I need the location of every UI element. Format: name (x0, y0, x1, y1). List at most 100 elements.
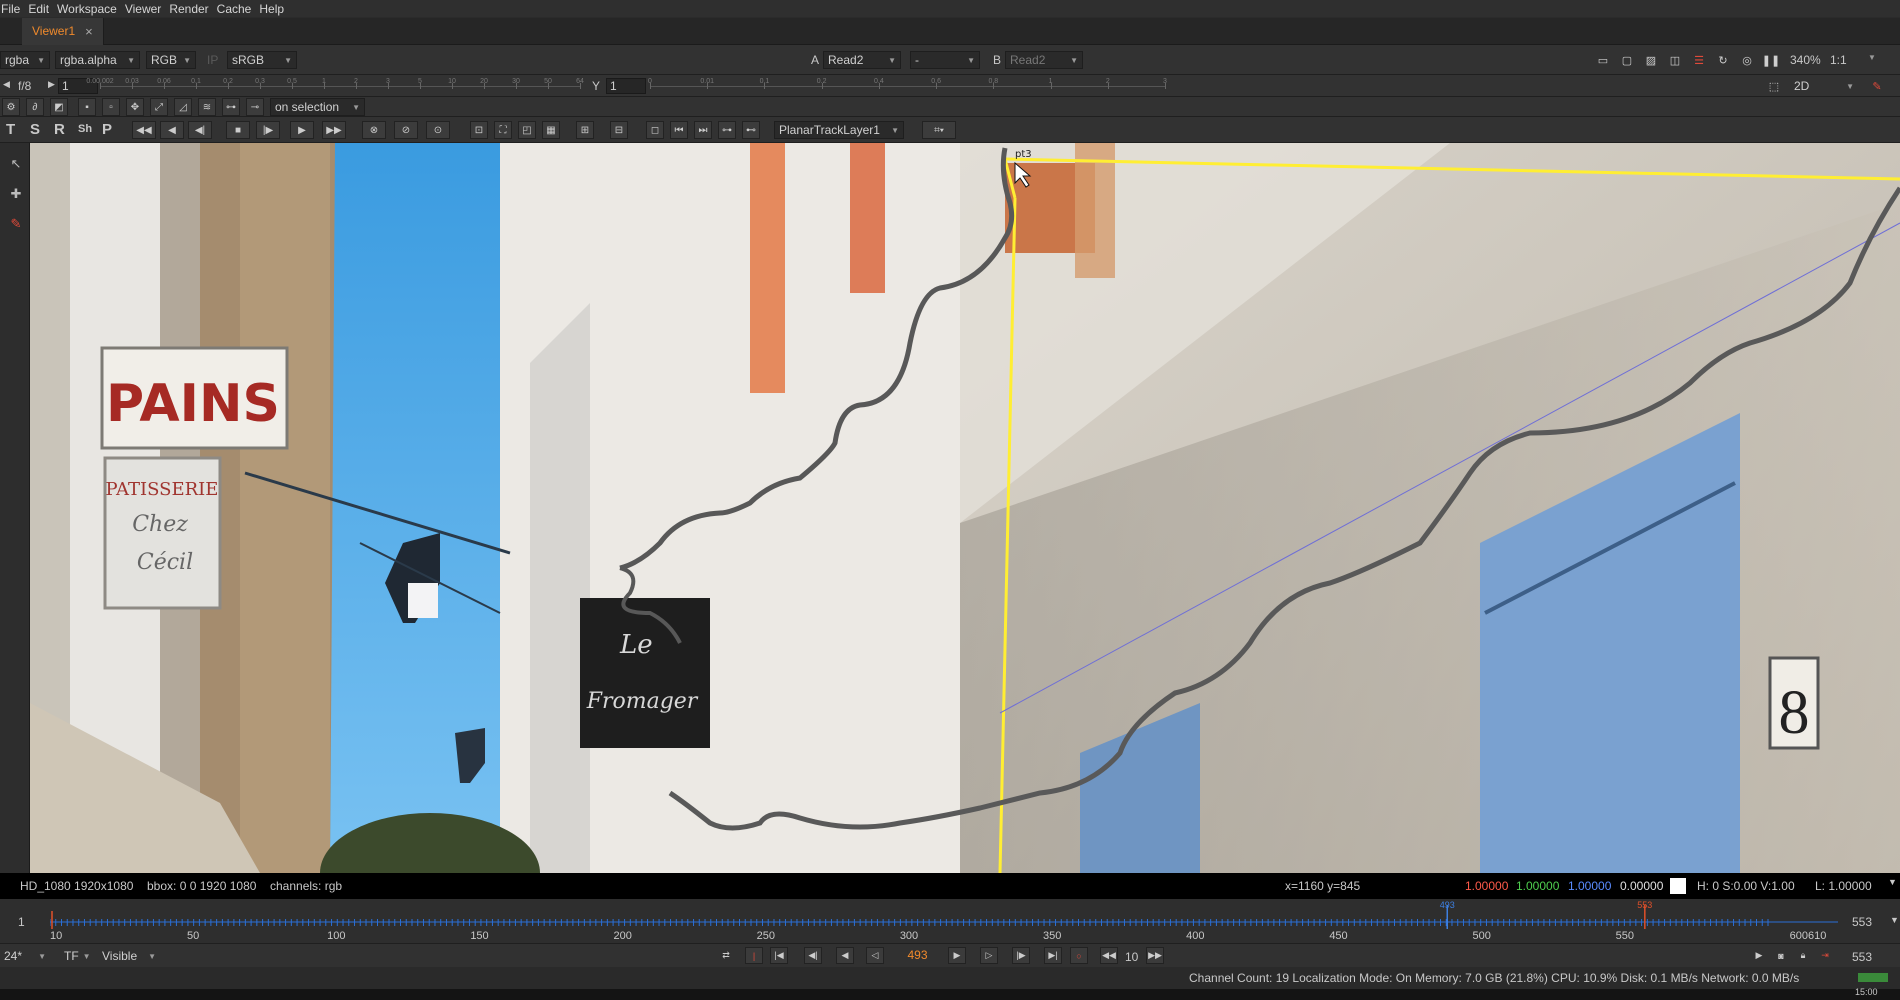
grid-icon[interactable]: ▦ (542, 121, 560, 139)
key-prev-icon[interactable]: ⏮ (670, 121, 688, 139)
rotate-toggle[interactable]: R (54, 121, 65, 138)
in-point-icon[interactable]: | (745, 947, 763, 964)
tf-dropdown[interactable]: TF ▼ (60, 947, 91, 965)
chevron-down-icon[interactable]: ▼ (1888, 877, 1897, 887)
skip-forward-icon[interactable]: ▶▶ (1146, 947, 1164, 964)
paint-brush-icon[interactable]: ✎ (1868, 77, 1886, 95)
remove-track-icon[interactable]: ⊷ (742, 121, 760, 139)
delete-key-icon[interactable]: ▫ (102, 98, 120, 116)
add-key-icon[interactable]: ▪ (78, 98, 96, 116)
update-mode-dropdown[interactable]: on selection ▼ (270, 98, 365, 116)
compare-icon[interactable]: ◫ (1666, 51, 1684, 69)
alpha-channel-dropdown[interactable]: rgba.alpha ▼ (55, 51, 140, 69)
menu-file[interactable]: File (0, 2, 28, 16)
fps-dropdown[interactable]: 24* ▼ (0, 947, 50, 965)
expand-icon[interactable]: ⤢ (150, 98, 168, 116)
first-frame-icon[interactable]: |◀ (770, 947, 788, 964)
track-to-start-icon[interactable]: ◀◀ (132, 121, 156, 139)
lock-icon[interactable]: 🔒︎ (1794, 947, 1812, 964)
track-forward-icon[interactable]: ▶ (290, 121, 314, 139)
monitor-icon[interactable]: ▶ (1750, 947, 1768, 964)
transform-menu-icon[interactable]: ⌗▾ (922, 121, 956, 139)
chevron-down-icon[interactable]: ▼ (1868, 53, 1876, 62)
play-forward-icon[interactable]: ▶ (948, 947, 966, 964)
clipping-warning-icon[interactable]: ☰ (1690, 51, 1708, 69)
blur-icon[interactable]: ≋ (198, 98, 216, 116)
view-mode-dropdown[interactable]: 2D ▼ (1790, 77, 1858, 95)
tab-viewer1[interactable]: Viewer1 × (22, 17, 104, 45)
input-b-dropdown[interactable]: Read2 ▼ (1005, 51, 1083, 69)
add-track-icon[interactable]: ⊶ (718, 121, 736, 139)
add-point-tool-icon[interactable]: ✚ (5, 183, 27, 205)
gamma-slider[interactable]: 0 0.01 0.1 0.2 0.4 0.6 0.8 1 2 3 (648, 78, 1167, 93)
skip-back-icon[interactable]: ◀◀ (1100, 947, 1118, 964)
roi-icon[interactable]: ▭ (1594, 51, 1612, 69)
gain-slider[interactable]: 0.00.002 0.03 0.06 0.1 0.2 0.3 0.5 1 2 3 5 10 20 30 50… (86, 78, 584, 93)
correct-icon[interactable]: ⊞ (576, 121, 594, 139)
pin-icon[interactable]: ⊸ (246, 98, 264, 116)
overlay-icon[interactable]: ▢ (1618, 51, 1636, 69)
next-keyframe-icon[interactable]: |▶ (1012, 947, 1030, 964)
fit-icon[interactable]: ⊡ (470, 121, 488, 139)
viewer-canvas[interactable]: 8 PAINS PATISSERIE Chez Cécil Le Fromage… (30, 143, 1900, 873)
previous-fstop-icon[interactable]: ◀ (3, 79, 10, 90)
wipe-icon[interactable]: ▨ (1642, 51, 1660, 69)
crop-icon[interactable]: ◰ (518, 121, 536, 139)
gpu-icon[interactable]: ◎ (1738, 51, 1756, 69)
link-icon[interactable]: ∂ (26, 98, 44, 116)
blend-mode-dropdown[interactable]: - ▼ (910, 51, 980, 69)
settings-icon[interactable]: ⚙ (2, 98, 20, 116)
scale-toggle[interactable]: S (30, 121, 40, 138)
channels-dropdown[interactable]: rgba ▼ (0, 51, 50, 69)
out-point-icon[interactable]: ○ (1070, 947, 1088, 964)
zoom-level[interactable]: 340% (1790, 53, 1821, 67)
menu-help[interactable]: Help (259, 2, 292, 16)
gamma-input[interactable]: 1 (606, 78, 646, 94)
prev-keyframe-icon[interactable]: ◀| (804, 947, 822, 964)
frame-icon[interactable]: ⬚ (1765, 77, 1783, 95)
key-next-icon[interactable]: ⏭ (694, 121, 712, 139)
next-fstop-icon[interactable]: ▶ (48, 79, 55, 90)
timeline-ruler[interactable]: 10 50 100 150 200 250 300 350 400 450 500 550 600610… (50, 899, 1838, 943)
track-points-icon[interactable]: ⊶ (222, 98, 240, 116)
current-frame-input[interactable]: 493 (892, 948, 940, 964)
clear-backward-icon[interactable]: ⊘ (394, 121, 418, 139)
shear-toggle[interactable]: Sh (78, 123, 92, 135)
close-icon[interactable]: × (85, 24, 93, 39)
fstop-label[interactable]: f/8 (18, 79, 31, 93)
loop-icon[interactable]: ⇄ (717, 947, 735, 964)
ip-button[interactable]: IP (207, 53, 218, 67)
select-tool-icon[interactable]: ↖ (5, 153, 27, 175)
menu-viewer[interactable]: Viewer (125, 2, 169, 16)
track-to-end-icon[interactable]: ▶▶ (322, 121, 346, 139)
play-backward-icon[interactable]: ◀ (836, 947, 854, 964)
stop-icon[interactable]: ■ (226, 121, 250, 139)
out-marker-icon[interactable]: ⇥ (1816, 947, 1834, 964)
last-frame-icon[interactable]: ▶| (1044, 947, 1062, 964)
track-previous-icon[interactable]: ◀| (188, 121, 212, 139)
menu-workspace[interactable]: Workspace (57, 2, 125, 16)
surface-icon[interactable]: ◻ (646, 121, 664, 139)
menu-render[interactable]: Render (169, 2, 216, 16)
step-forward-icon[interactable]: ▷ (980, 947, 998, 964)
pause-icon[interactable]: ❚❚ (1762, 51, 1780, 69)
display-channels-dropdown[interactable]: RGB ▼ (146, 51, 196, 69)
track-next-icon[interactable]: |▶ (256, 121, 280, 139)
colorspace-dropdown[interactable]: sRGB ▼ (227, 51, 297, 69)
menu-edit[interactable]: Edit (28, 2, 57, 16)
keyframe-icon[interactable]: ◩ (50, 98, 68, 116)
step-back-icon[interactable]: ◁ (866, 947, 884, 964)
cache-icon[interactable]: ◙ (1772, 947, 1790, 964)
chevron-down-icon[interactable]: ▼ (1890, 915, 1899, 925)
move-icon[interactable]: ✥ (126, 98, 144, 116)
clear-forward-icon[interactable]: ⊙ (426, 121, 450, 139)
pen-tool-icon[interactable]: ✎ (5, 213, 27, 235)
proxy-ratio[interactable]: 1:1 (1830, 53, 1847, 67)
align-icon[interactable]: ⊟ (610, 121, 628, 139)
track-backward-icon[interactable]: ◀ (160, 121, 184, 139)
perspective-toggle[interactable]: P (102, 121, 112, 138)
frame-increment[interactable]: 10 (1125, 950, 1138, 964)
visible-range-dropdown[interactable]: Visible ▼ (98, 947, 160, 965)
menu-cache[interactable]: Cache (217, 2, 260, 16)
refresh-icon[interactable]: ↻ (1714, 51, 1732, 69)
